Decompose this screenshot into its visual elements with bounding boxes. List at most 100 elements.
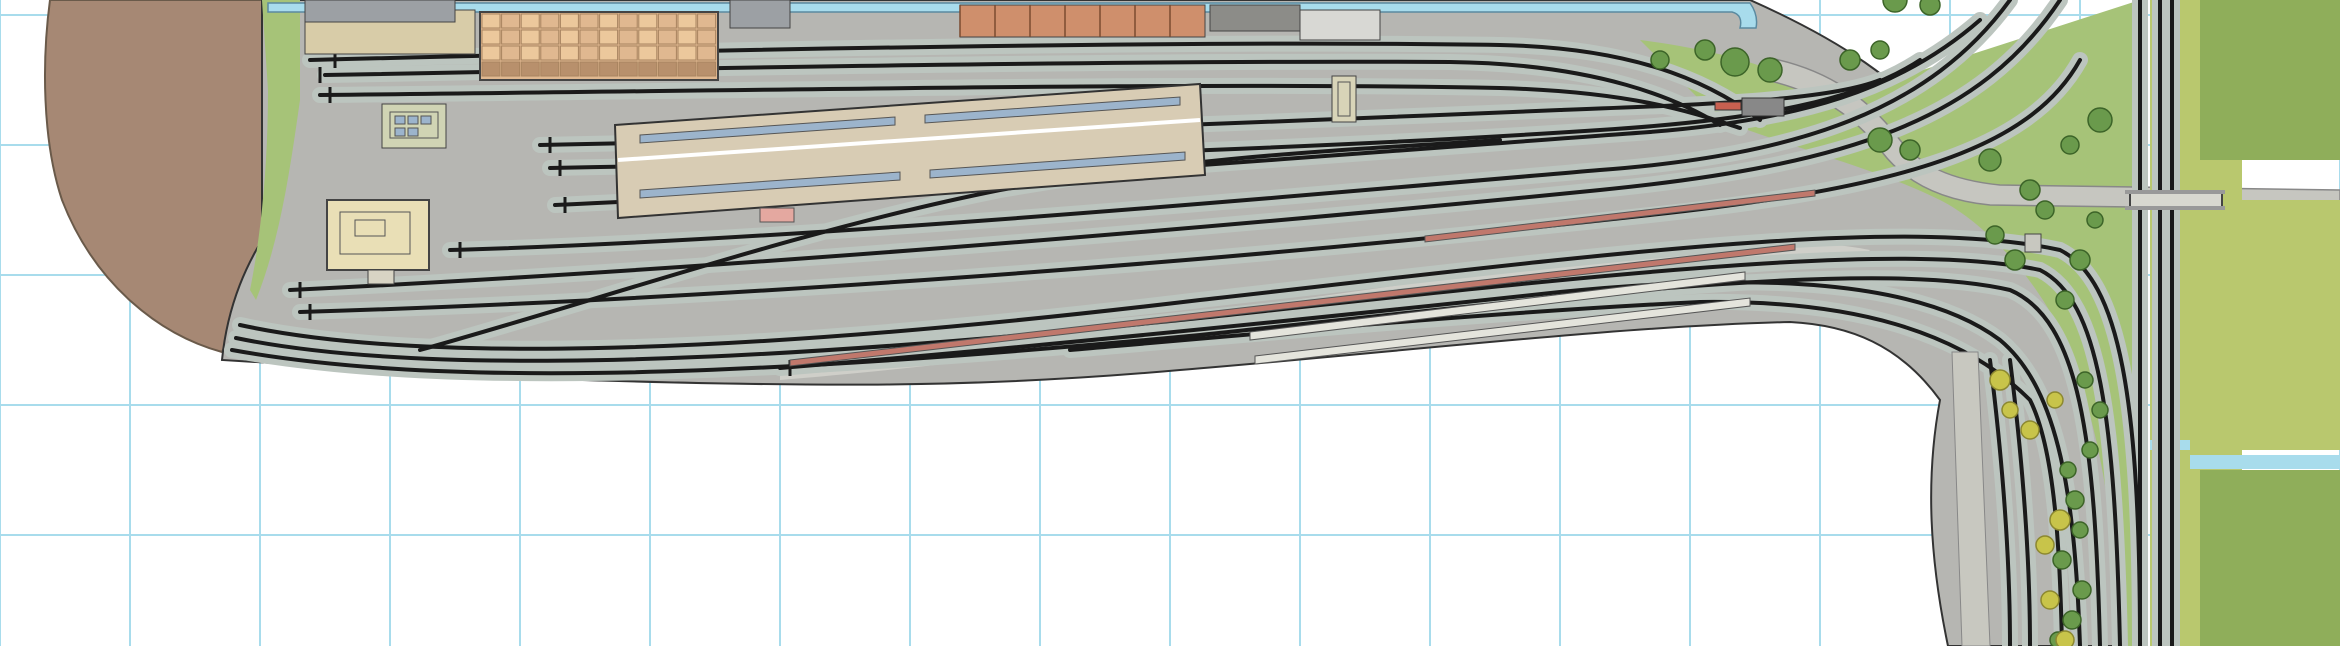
warehouse-bay (657, 61, 677, 77)
warehouse-bay (638, 29, 658, 45)
crossing-hut (1741, 97, 1785, 117)
freight-shed-roof (304, 0, 456, 23)
bridge-parapet (2125, 190, 2225, 194)
warehouse-bay (618, 13, 638, 29)
tree (2052, 550, 2072, 570)
tree (2081, 441, 2099, 459)
window (394, 127, 406, 137)
tree (1985, 225, 2005, 245)
tree (1870, 40, 1890, 60)
warehouse-bay (697, 29, 717, 45)
tree (1757, 57, 1783, 83)
warehouse-bay (579, 61, 599, 77)
warehouse-bay (677, 29, 697, 45)
depot-annex (367, 269, 395, 285)
warehouse-bay (677, 45, 697, 61)
warehouse-bay (657, 13, 677, 29)
tree (1650, 50, 1670, 70)
field-parcel (2200, 200, 2340, 450)
bush (2035, 535, 2055, 555)
tree (2071, 521, 2089, 539)
warehouse-bay (657, 45, 677, 61)
window (407, 115, 419, 125)
drainage-ditch (2190, 455, 2340, 469)
warehouse-bay (501, 61, 521, 77)
warehouse-bay (599, 13, 619, 29)
warehouse-bay (677, 61, 697, 77)
warehouse-bay (599, 29, 619, 45)
wagon-row (959, 4, 1206, 38)
warehouse-bay (481, 45, 501, 61)
warehouse-bay (697, 13, 717, 29)
tree (1839, 49, 1861, 71)
warehouse-bay (540, 13, 560, 29)
warehouse-bay (579, 29, 599, 45)
bridge-parapet (2125, 206, 2225, 210)
tree (2065, 490, 2085, 510)
warehouse-bay (579, 13, 599, 29)
field-parcel (2200, 470, 2340, 646)
platform-shelter (1299, 9, 1381, 41)
warehouse-bay (559, 13, 579, 29)
tree (2072, 580, 2092, 600)
warehouse-bay (520, 61, 540, 77)
warehouse-bay (599, 45, 619, 61)
tree (2019, 179, 2041, 201)
warehouse-bay (481, 29, 501, 45)
tree (1694, 39, 1716, 61)
bush (2040, 590, 2060, 610)
warehouse-bay (520, 45, 540, 61)
tree (2055, 290, 2075, 310)
shed (729, 0, 791, 29)
warehouse-bay (481, 13, 501, 29)
tree (2076, 371, 2094, 389)
window (407, 127, 419, 137)
road-bridge (2125, 190, 2225, 210)
window (420, 115, 432, 125)
warehouse-bay (540, 29, 560, 45)
tree (1720, 47, 1750, 77)
tree (2059, 461, 2077, 479)
depot-building (326, 199, 430, 271)
warehouse-bay (559, 61, 579, 77)
warehouse-bay (501, 29, 521, 45)
lineside-hut (2024, 233, 2042, 253)
warehouse-bay (697, 45, 717, 61)
warehouse-bay (579, 45, 599, 61)
road-bridge-deck (2129, 191, 2223, 209)
warehouse-bay (540, 61, 560, 77)
warehouse-bay (501, 45, 521, 61)
tree (2035, 200, 2055, 220)
warehouse-bay (618, 29, 638, 45)
bush (2055, 630, 2075, 646)
field-parcel (2200, 0, 2340, 160)
warehouse-bay (638, 61, 658, 77)
warehouse-bay (559, 45, 579, 61)
wagon (1209, 4, 1301, 32)
tree (1919, 0, 1941, 16)
warehouse-bay (520, 29, 540, 45)
tree (2086, 211, 2104, 229)
warehouse-bay (559, 29, 579, 45)
warehouse-bay (697, 61, 717, 77)
bush (2046, 391, 2064, 409)
track-plan-canvas (0, 0, 2340, 646)
station-kiosk (759, 207, 795, 223)
warehouse-bay (638, 13, 658, 29)
warehouse-bay (501, 13, 521, 29)
bush (2001, 401, 2019, 419)
tree (1978, 148, 2002, 172)
window (394, 115, 406, 125)
warehouse-bay (599, 61, 619, 77)
tree (1867, 127, 1893, 153)
track-plan-svg (0, 0, 2340, 646)
warehouse-bay (618, 45, 638, 61)
bush (2020, 420, 2040, 440)
warehouse-bay (540, 45, 560, 61)
bush (1989, 369, 2011, 391)
crossing-barrier (1714, 101, 1742, 111)
bush (2049, 509, 2071, 531)
tree (2091, 401, 2109, 419)
warehouse-bay (677, 13, 697, 29)
tree (2087, 107, 2113, 133)
